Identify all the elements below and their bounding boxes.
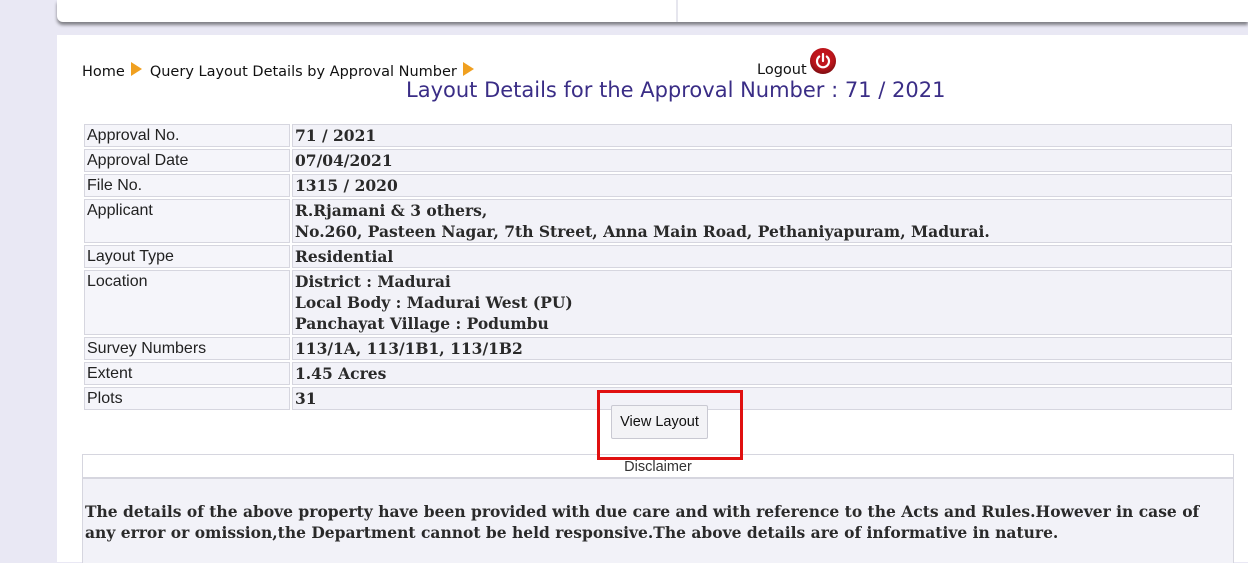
top-panel-divider <box>676 0 678 22</box>
table-row: Location District : Madurai Local Body :… <box>84 270 1232 335</box>
view-layout-button[interactable]: View Layout <box>611 405 708 439</box>
location-district: District : Madurai <box>295 272 451 291</box>
location-village: Panchayat Village : Podumbu <box>295 314 549 333</box>
applicant-address: No.260, Pasteen Nagar, 7th Street, Anna … <box>295 222 990 241</box>
table-row: Approval No. 71 / 2021 <box>84 124 1232 147</box>
survey-numbers-value: 113/1A, 113/1B1, 113/1B2 <box>292 337 1232 360</box>
extent-label: Extent <box>84 362 290 385</box>
logout-link[interactable]: Logout <box>757 62 807 78</box>
applicant-label: Applicant <box>84 199 290 243</box>
arrow-right-icon <box>130 62 142 76</box>
layout-type-value: Residential <box>292 245 1232 268</box>
applicant-name: R.Rjamani & 3 others, <box>295 201 488 220</box>
power-icon[interactable] <box>810 48 836 74</box>
approval-date-label: Approval Date <box>84 149 290 172</box>
arrow-right-icon <box>462 62 474 76</box>
file-no-label: File No. <box>84 174 290 197</box>
table-row: Survey Numbers 113/1A, 113/1B1, 113/1B2 <box>84 337 1232 360</box>
approval-no-label: Approval No. <box>84 124 290 147</box>
disclaimer-text: The details of the above property have b… <box>85 502 1200 542</box>
applicant-value: R.Rjamani & 3 others, No.260, Pasteen Na… <box>292 199 1232 243</box>
breadcrumb-home-link[interactable]: Home <box>82 64 125 80</box>
location-label: Location <box>84 270 290 335</box>
table-row: Approval Date 07/04/2021 <box>84 149 1232 172</box>
disclaimer-panel: The details of the above property have b… <box>82 478 1234 563</box>
file-no-value: 1315 / 2020 <box>292 174 1232 197</box>
layout-type-label: Layout Type <box>84 245 290 268</box>
table-row: Layout Type Residential <box>84 245 1232 268</box>
approval-no-value: 71 / 2021 <box>292 124 1232 147</box>
survey-numbers-label: Survey Numbers <box>84 337 290 360</box>
location-value: District : Madurai Local Body : Madurai … <box>292 270 1232 335</box>
table-row: Applicant R.Rjamani & 3 others, No.260, … <box>84 199 1232 243</box>
top-panel <box>57 0 1248 22</box>
table-row: File No. 1315 / 2020 <box>84 174 1232 197</box>
disclaimer-heading: Disclaimer <box>82 454 1234 478</box>
plots-value: 31 <box>292 387 1232 410</box>
approval-date-value: 07/04/2021 <box>292 149 1232 172</box>
extent-value: 1.45 Acres <box>292 362 1232 385</box>
layout-details-table: Approval No. 71 / 2021 Approval Date 07/… <box>82 122 1234 412</box>
plots-label: Plots <box>84 387 290 410</box>
location-local-body: Local Body : Madurai West (PU) <box>295 293 573 312</box>
table-row: Extent 1.45 Acres <box>84 362 1232 385</box>
page-title: Layout Details for the Approval Number :… <box>406 78 946 102</box>
